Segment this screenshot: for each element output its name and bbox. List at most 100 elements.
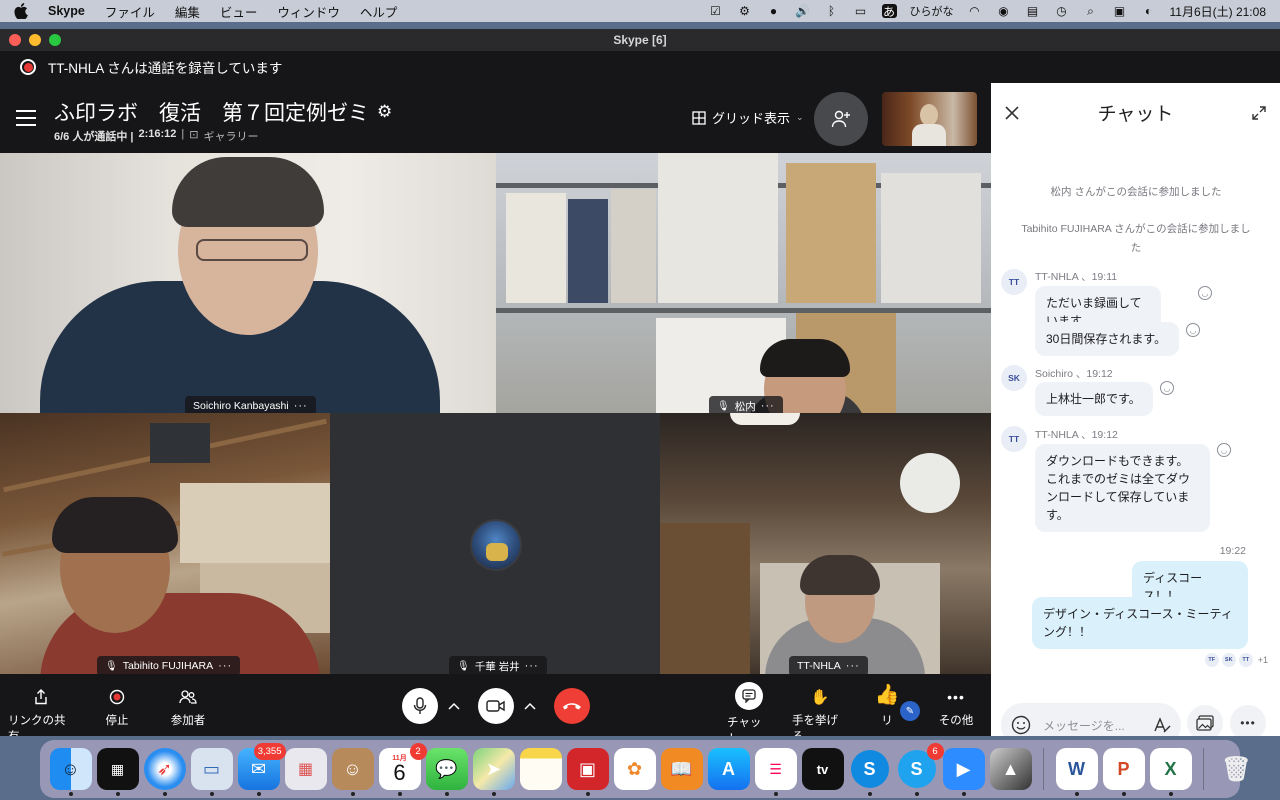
- attach-media-button[interactable]: [1187, 705, 1223, 736]
- participant-name-tag[interactable]: 🎙 Tabihito FUJIHARA ···: [97, 656, 241, 674]
- add-reaction-icon[interactable]: ◡: [1186, 323, 1200, 337]
- more-options-icon[interactable]: ···: [525, 660, 539, 672]
- contacts-icon[interactable]: ☺: [331, 748, 374, 796]
- menu-hamburger-icon[interactable]: [16, 110, 36, 126]
- participant-name-tag[interactable]: Soichiro Kanbayashi ···: [185, 396, 316, 413]
- books-icon[interactable]: 📖: [660, 748, 703, 790]
- share-link-button[interactable]: リンクの共有: [8, 688, 74, 736]
- video-tile-soichiro[interactable]: Soichiro Kanbayashi ···: [0, 153, 496, 413]
- message-bubble[interactable]: ダウンロードもできます。これまでのゼミは全てダウンロードして保存しています。: [1035, 444, 1210, 532]
- photos-icon[interactable]: ✿: [613, 748, 656, 790]
- more-options-icon[interactable]: ···: [294, 400, 308, 412]
- stop-recording-button[interactable]: 停止: [97, 688, 137, 728]
- menu-view[interactable]: ビュー: [220, 2, 258, 21]
- gear-icon[interactable]: ⚙: [377, 102, 392, 122]
- keyboard-icon[interactable]: ▤: [1025, 4, 1041, 18]
- mail-icon[interactable]: ✉ 3,355: [237, 743, 286, 796]
- zoom-window-button[interactable]: [49, 34, 61, 46]
- more-options-icon[interactable]: ···: [218, 660, 232, 672]
- message-bubble[interactable]: 上林壮一郎です。: [1035, 382, 1153, 416]
- avatar[interactable]: TT: [1001, 269, 1027, 295]
- menu-edit[interactable]: 編集: [175, 2, 200, 21]
- menubar-app-name[interactable]: Skype: [48, 4, 85, 18]
- wifi-icon[interactable]: ◠: [967, 4, 983, 18]
- spotlight-search-icon[interactable]: ⌕: [1083, 4, 1099, 18]
- volume-icon[interactable]: 🔊: [795, 4, 811, 18]
- calendar-icon[interactable]: 11月 6 2: [378, 743, 427, 796]
- ime-icon[interactable]: あ: [881, 4, 897, 19]
- reminders-icon[interactable]: ☰: [754, 748, 797, 796]
- linux-tux-icon[interactable]: ●: [766, 4, 782, 18]
- messages-icon[interactable]: 💬: [425, 748, 468, 796]
- more-button[interactable]: ••• その他: [936, 688, 976, 728]
- emoji-icon[interactable]: [1011, 715, 1031, 735]
- raise-hand-button[interactable]: ✋ 手を挙げる: [792, 688, 848, 736]
- outgoing-message-bubble[interactable]: デザイン・ディスコース・ミーティング！！: [1032, 597, 1248, 649]
- minimize-window-button[interactable]: [29, 34, 41, 46]
- camera-options-chevron[interactable]: [520, 696, 540, 716]
- prism-icon[interactable]: ▲: [989, 748, 1032, 790]
- participant-name-tag[interactable]: 🎙 千華 岩井 ···: [449, 656, 547, 674]
- apple-icon[interactable]: [14, 0, 32, 22]
- video-tile-matsuuchi[interactable]: 🎙 松内 ···: [496, 153, 991, 413]
- more-options-icon[interactable]: ···: [761, 400, 775, 412]
- camera-button[interactable]: [478, 688, 514, 724]
- menubar-clock[interactable]: 11月6日(土) 21:08: [1170, 3, 1267, 20]
- video-tile-chika[interactable]: 🎙 千華 岩井 ···: [330, 413, 660, 674]
- preview-icon[interactable]: ▭: [190, 748, 233, 796]
- app-store-icon[interactable]: A: [707, 748, 750, 790]
- message-input[interactable]: メッセージを...: [1043, 717, 1141, 734]
- user-icon[interactable]: ◉: [996, 4, 1012, 18]
- chat-button[interactable]: チャット: [727, 682, 771, 736]
- avatar[interactable]: TT: [1001, 426, 1027, 452]
- self-video-preview[interactable]: [882, 92, 977, 146]
- participant-name-tag[interactable]: TT-NHLA ···: [789, 656, 868, 674]
- microphone-button[interactable]: [402, 688, 438, 724]
- participant-name-tag[interactable]: 🎙 松内 ···: [709, 396, 783, 413]
- finder-icon[interactable]: ☺: [49, 748, 92, 796]
- video-tile-tabihito[interactable]: 🎙 Tabihito FUJIHARA ···: [0, 413, 330, 674]
- add-reaction-icon[interactable]: ◡: [1198, 286, 1212, 300]
- safari-icon[interactable]: ➶: [143, 748, 186, 796]
- clock-icon[interactable]: ◷: [1054, 4, 1070, 18]
- avatar[interactable]: SK: [1001, 365, 1027, 391]
- microphone-options-chevron[interactable]: [444, 696, 464, 716]
- participants-button[interactable]: 参加者: [166, 688, 210, 728]
- more-chat-options-button[interactable]: •••: [1230, 705, 1266, 736]
- menu-window[interactable]: ウィンドウ: [277, 2, 340, 21]
- video-tile-tt-nhla[interactable]: TT-NHLA ···: [660, 413, 991, 674]
- trash-icon[interactable]: 🗑: [1216, 748, 1258, 790]
- skype-secondary-icon[interactable]: S6: [896, 743, 944, 796]
- message-bubble[interactable]: 30日間保存されます。: [1035, 322, 1179, 356]
- bluetooth-icon[interactable]: ᛒ: [824, 4, 840, 18]
- word-icon[interactable]: W: [1055, 748, 1098, 796]
- mission-control-icon[interactable]: ▦: [96, 748, 139, 796]
- message-composer[interactable]: メッセージを...: [1001, 703, 1181, 736]
- apple-tv-icon[interactable]: tv: [801, 748, 844, 790]
- checkbox-status-icon[interactable]: ☑: [708, 4, 724, 18]
- launchpad-icon[interactable]: ▦: [284, 748, 327, 790]
- battery-icon[interactable]: ▭: [853, 4, 869, 18]
- photo-booth-icon[interactable]: ▣: [566, 748, 609, 796]
- siri-icon[interactable]: ◐: [1141, 4, 1157, 18]
- zoom-icon[interactable]: ▶: [942, 748, 985, 796]
- add-participant-button[interactable]: [814, 92, 868, 146]
- add-reaction-icon[interactable]: ◡: [1160, 381, 1174, 395]
- more-options-icon[interactable]: ···: [846, 660, 860, 672]
- excel-icon[interactable]: X: [1149, 748, 1192, 796]
- tools-status-icon[interactable]: ⚙: [737, 4, 753, 18]
- grid-view-dropdown[interactable]: グリッド表示 ⌄: [692, 108, 804, 127]
- powerpoint-icon[interactable]: P: [1102, 748, 1145, 796]
- text-format-icon[interactable]: [1153, 716, 1171, 734]
- skype-icon[interactable]: S: [849, 748, 891, 796]
- control-center-icon[interactable]: ▣: [1112, 4, 1128, 18]
- menu-help[interactable]: ヘルプ: [360, 2, 398, 21]
- maps-icon[interactable]: ➤: [472, 748, 515, 796]
- add-reaction-icon[interactable]: ◡: [1217, 443, 1231, 457]
- close-window-button[interactable]: [9, 34, 21, 46]
- menu-file[interactable]: ファイル: [105, 2, 155, 21]
- expand-icon[interactable]: [1252, 106, 1266, 120]
- end-call-button[interactable]: [554, 688, 590, 724]
- reactions-button[interactable]: 👍 リ: [873, 682, 901, 728]
- edit-pencil-icon[interactable]: ✎: [900, 701, 920, 721]
